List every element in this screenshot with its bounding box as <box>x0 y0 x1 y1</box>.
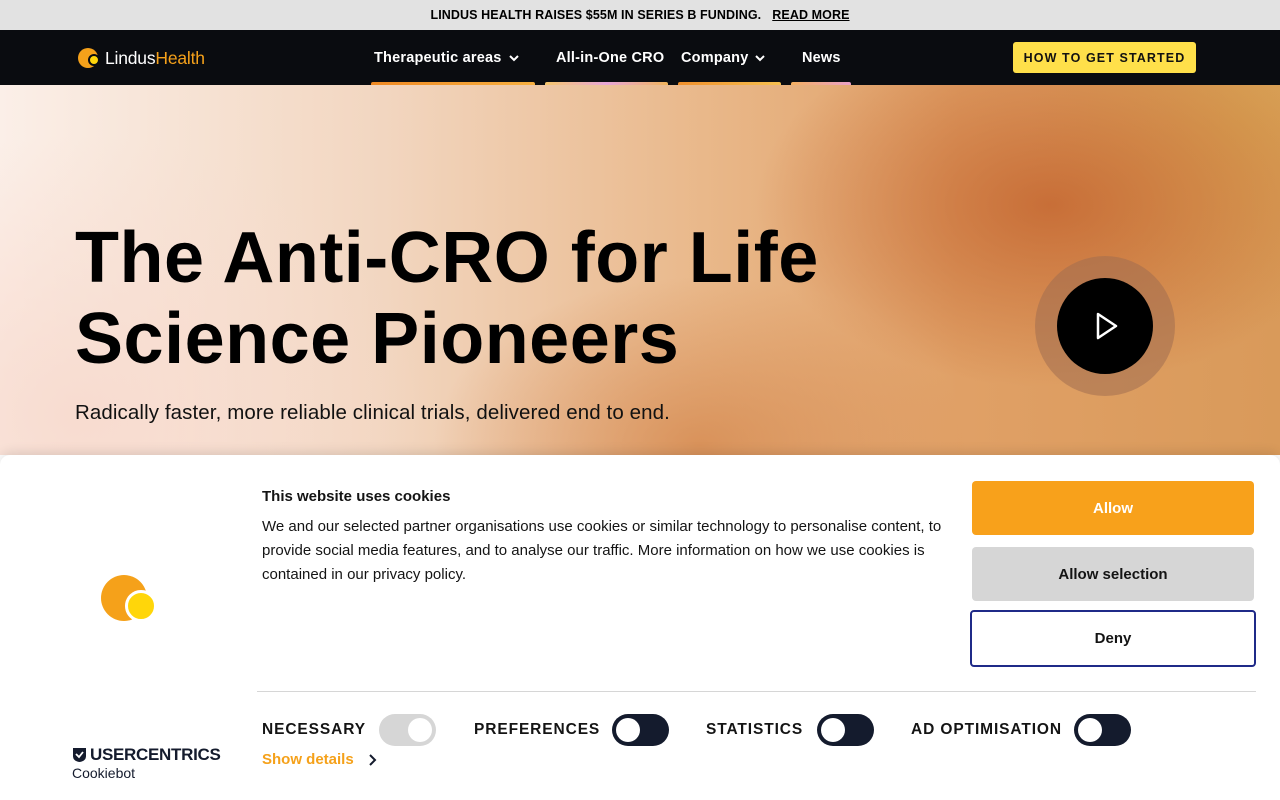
nav-item-therapeutic-areas[interactable]: Therapeutic areas <box>374 30 520 85</box>
how-to-get-started-button[interactable]: HOW TO GET STARTED <box>1013 42 1196 73</box>
logo-mark-icon <box>78 47 102 69</box>
nav-item-label: News <box>802 49 841 66</box>
nav-item-label: Company <box>681 49 749 66</box>
play-video-button[interactable] <box>1035 256 1175 396</box>
toggle-label-statistics: STATISTICS <box>706 721 804 738</box>
announcement-text: LINDUS HEALTH RAISES $55M IN SERIES B FU… <box>430 8 762 22</box>
cookie-banner: This website uses cookies We and our sel… <box>0 455 1280 800</box>
chevron-down-icon <box>508 54 519 61</box>
hero-subtitle: Radically faster, more reliable clinical… <box>75 401 670 424</box>
preferences-toggle[interactable] <box>612 714 669 746</box>
nav-item-news[interactable]: News <box>802 30 841 85</box>
hero-section: The Anti-CRO for Life Science Pioneers Ra… <box>0 85 1280 455</box>
usercentrics-label: USERCENTRICS <box>90 745 221 764</box>
play-icon <box>1096 312 1118 340</box>
ad-optimisation-toggle[interactable] <box>1074 714 1131 746</box>
chevron-down-icon <box>755 54 766 61</box>
necessary-toggle <box>379 714 436 746</box>
nav-item-all-in-one-cro[interactable]: All-in-One CRO <box>556 30 664 85</box>
chevron-right-icon <box>368 753 377 766</box>
lindus-logo-icon <box>101 575 161 625</box>
hero-title: The Anti-CRO for Life Science Pioneers <box>75 218 819 379</box>
toggle-label-preferences: PREFERENCES <box>474 721 601 738</box>
toggle-label-ad-optimisation: AD OPTIMISATION <box>911 721 1062 738</box>
show-details-link[interactable]: Show details <box>262 751 378 768</box>
usercentrics-brand: USERCENTRICS Cookiebot <box>72 745 221 781</box>
nav-item-label: All-in-One CRO <box>556 49 665 66</box>
nav-item-label: Therapeutic areas <box>374 49 502 66</box>
play-button-circle <box>1057 278 1153 374</box>
announcement-bar: LINDUS HEALTH RAISES $55M IN SERIES B FU… <box>0 0 1280 30</box>
main-nav: LindusHealth Therapeutic areas All-in-On… <box>0 30 1280 85</box>
show-details-label: Show details <box>262 751 354 768</box>
statistics-toggle[interactable] <box>817 714 874 746</box>
allow-all-button[interactable]: Allow <box>972 481 1254 535</box>
shield-icon <box>73 748 86 762</box>
cookie-description: We and our selected partner organisation… <box>262 518 942 583</box>
site-logo[interactable]: LindusHealth <box>78 47 205 69</box>
cookie-title: This website uses cookies <box>262 488 451 505</box>
deny-button[interactable]: Deny <box>970 610 1256 667</box>
cookiebot-label: Cookiebot <box>72 765 136 781</box>
logo-wordmark: LindusHealth <box>105 47 205 68</box>
read-more-link[interactable]: READ MORE <box>772 8 849 22</box>
nav-item-company[interactable]: Company <box>681 30 766 85</box>
allow-selection-button[interactable]: Allow selection <box>972 547 1254 601</box>
toggle-label-necessary: NECESSARY <box>262 721 366 738</box>
divider <box>257 691 1256 692</box>
